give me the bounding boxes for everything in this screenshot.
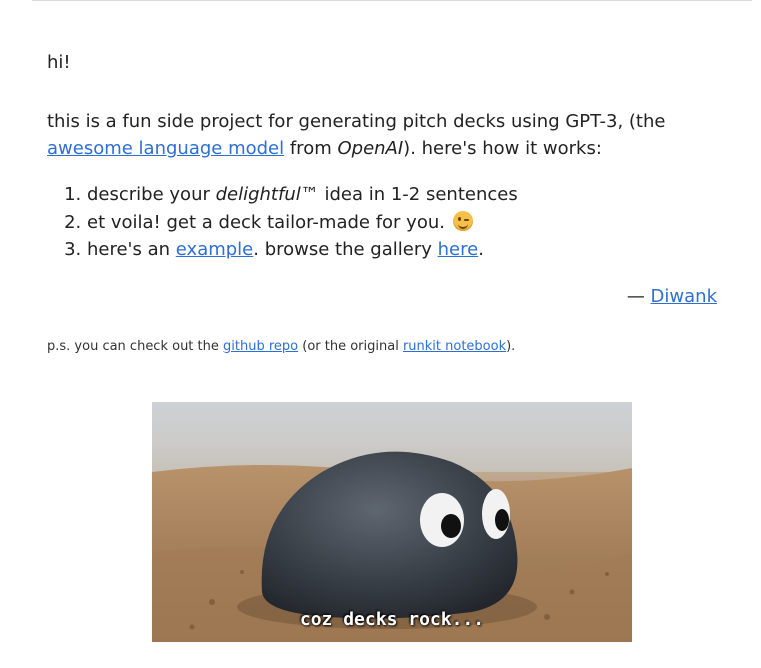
step-3-text-before: here's an xyxy=(87,239,176,260)
step-1: describe your delightful™ idea in 1-2 se… xyxy=(87,181,518,209)
greeting-text: hi! xyxy=(47,52,71,73)
step-3-text-middle: . browse the gallery xyxy=(253,239,438,260)
author-link[interactable]: Diwank xyxy=(651,286,717,307)
hero-caption: coz decks rock... xyxy=(299,609,485,630)
ps-text-1: p.s. you can check out the xyxy=(47,339,224,354)
ps-text-2: (or the original xyxy=(298,339,403,354)
step-2: et voila! get a deck tailor-made for you… xyxy=(87,209,518,237)
step-1-text-before: describe your xyxy=(87,184,216,205)
intro-text-1: this is a fun side project for generatin… xyxy=(47,111,666,132)
ps-text-3: ). xyxy=(506,339,516,354)
gallery-link[interactable]: here xyxy=(438,239,479,260)
rock-illustration xyxy=(152,402,632,642)
step-1-emphasis: delightful™ xyxy=(215,184,319,205)
top-divider xyxy=(32,0,752,1)
hero-rock-image: coz decks rock... xyxy=(152,402,632,642)
signature-dash: — xyxy=(626,286,651,307)
steps-list: describe your delightful™ idea in 1-2 se… xyxy=(47,181,518,264)
intro-text-3: ). here's how it works: xyxy=(403,138,602,159)
signature: — Diwank xyxy=(47,286,717,307)
intro-paragraph: this is a fun side project for generatin… xyxy=(47,108,727,162)
step-1-text-after: idea in 1-2 sentences xyxy=(318,184,518,205)
winking-face-icon xyxy=(452,210,473,231)
awesome-language-model-link[interactable]: awesome language model xyxy=(47,138,284,159)
intro-text-2: from xyxy=(284,138,338,159)
runkit-notebook-link[interactable]: runkit notebook xyxy=(403,339,506,354)
openai-name: OpenAI xyxy=(337,138,404,159)
step-3-text-after: . xyxy=(478,239,484,260)
step-3: here's an example. browse the gallery he… xyxy=(87,236,518,264)
step-2-text: et voila! get a deck tailor-made for you… xyxy=(87,211,445,233)
ps-note: p.s. you can check out the github repo (… xyxy=(47,339,515,354)
example-link[interactable]: example xyxy=(176,239,253,260)
github-repo-link[interactable]: github repo xyxy=(223,339,298,354)
